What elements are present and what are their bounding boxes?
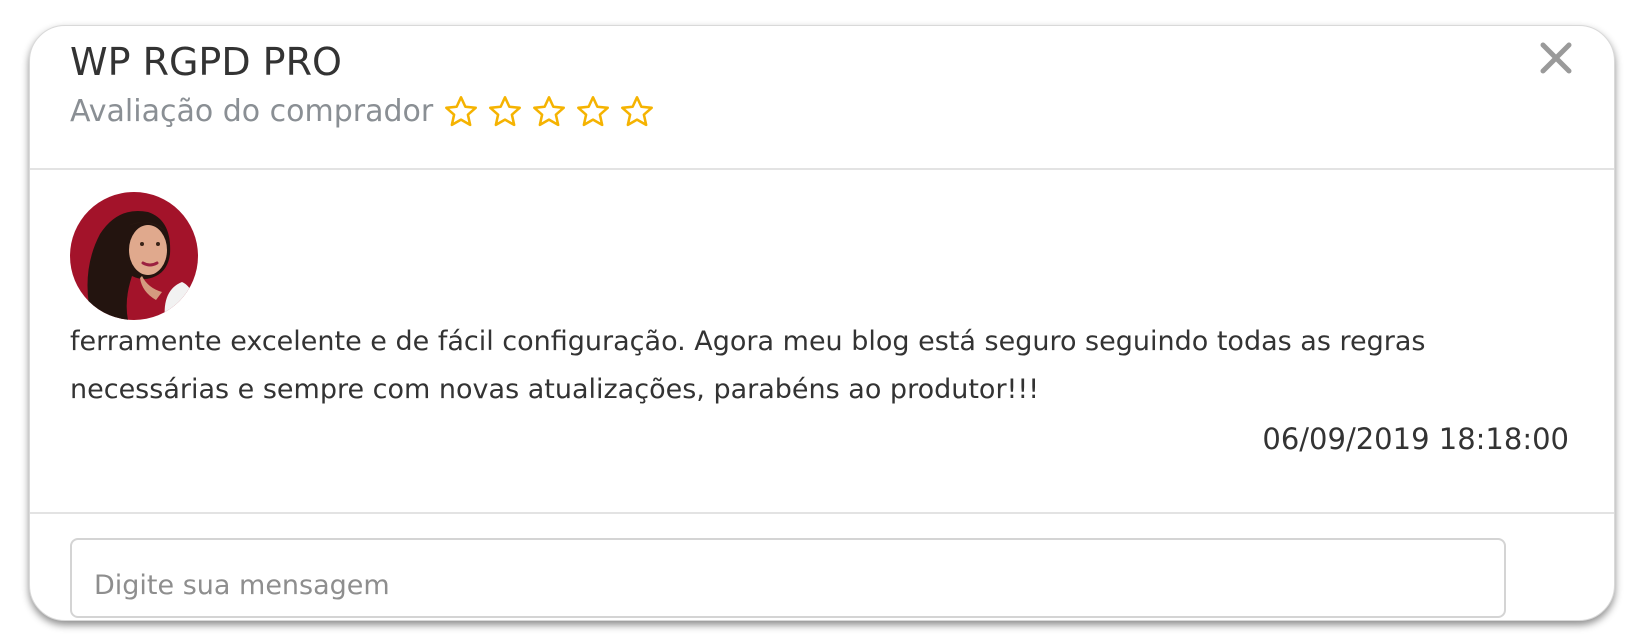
- review-text: ferramente excelente e de fácil configur…: [70, 326, 1426, 405]
- close-button[interactable]: [1538, 40, 1574, 76]
- buyer-rating-label: Avaliação do comprador: [70, 94, 434, 129]
- rating-stars: [443, 94, 655, 130]
- buyer-rating: Avaliação do comprador: [70, 94, 655, 130]
- star-outline-icon: [533, 96, 566, 127]
- header-divider: [30, 168, 1614, 170]
- star-outline-icon: [621, 96, 654, 127]
- modal-title: WP RGPD PRO: [70, 40, 342, 84]
- review-modal: WP RGPD PRO Avaliação do comprador ferra…: [29, 25, 1615, 621]
- star-outline-icon: [489, 96, 522, 127]
- star-outline-icon: [445, 96, 478, 127]
- close-icon: [1540, 42, 1572, 74]
- review-date: 06/09/2019 18:18:00: [1262, 422, 1569, 456]
- message-input[interactable]: [70, 538, 1506, 618]
- reviewer-avatar: [70, 192, 198, 320]
- star-outline-icon: [577, 96, 610, 127]
- footer-divider: [30, 512, 1614, 514]
